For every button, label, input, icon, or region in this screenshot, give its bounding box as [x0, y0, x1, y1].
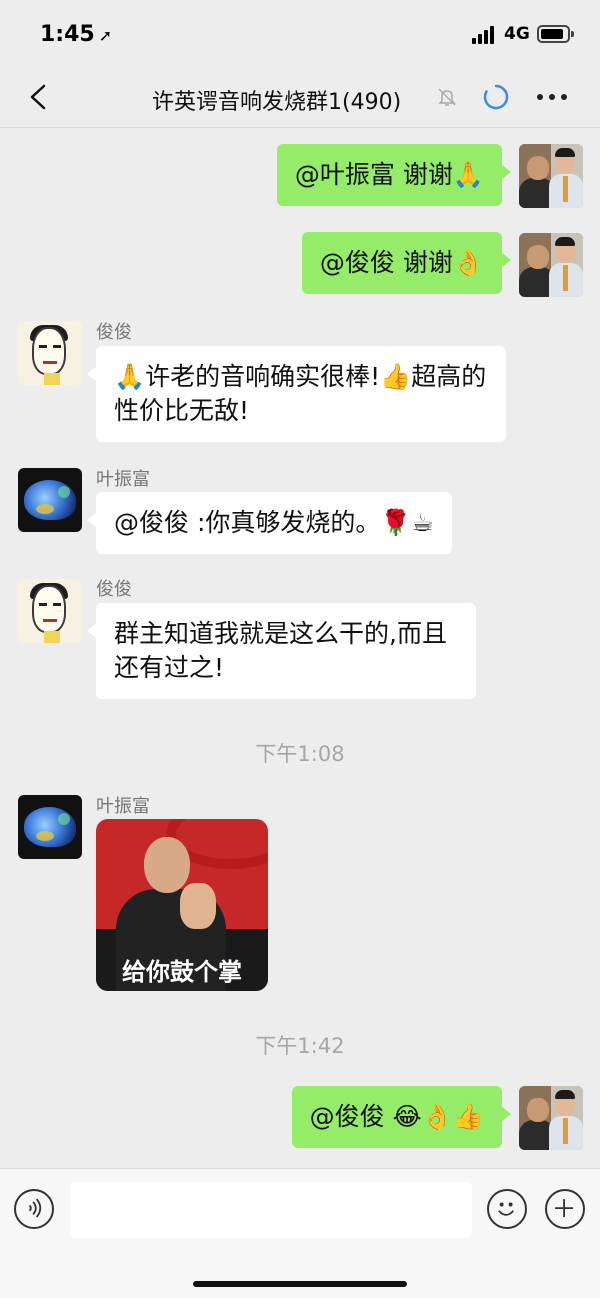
chat-title[interactable]: 许英谔音响发烧群1(490) [152, 84, 401, 116]
sender-avatar[interactable] [18, 321, 82, 385]
location-arrow-icon: ➚ [98, 26, 113, 45]
outgoing-message[interactable]: @俊俊 谢谢👌 [301, 232, 512, 294]
status-bar: 1:45 ➚ 4G [0, 0, 600, 70]
message-text: @俊俊 谢谢👌 [319, 248, 484, 277]
message-timestamp: 下午1:08 [255, 742, 345, 766]
message-text: @俊俊 :你真够发烧的。🌹☕ [114, 508, 434, 537]
plus-icon[interactable] [545, 1189, 585, 1229]
message-text: @叶振富 谢谢🙏 [294, 160, 484, 189]
sender-name: 俊俊 [96, 322, 132, 343]
outgoing-message[interactable]: @俊俊 😂👌👍 [291, 1086, 512, 1148]
my-avatar[interactable] [519, 144, 583, 208]
status-time-text: 1:45 [40, 22, 95, 47]
sticker-message[interactable]: 给你鼓个掌 [96, 819, 268, 991]
sender-name: 叶振富 [96, 469, 150, 490]
message-text: 🙏许老的音响确实很棒!👍超高的性价比无敌! [114, 362, 487, 425]
status-time: 1:45 ➚ [40, 22, 112, 47]
message-text: @俊俊 😂👌👍 [309, 1102, 484, 1131]
network-type: 4G [504, 24, 530, 44]
outgoing-message[interactable]: @叶振富 谢谢🙏 [276, 144, 512, 206]
message-timestamp: 下午1:42 [255, 1034, 345, 1058]
bell-muted-icon [438, 88, 456, 106]
message-list[interactable]: @叶振富 谢谢🙏 @俊俊 谢谢👌 俊俊 🙏许老的音响确实很棒!👍超高的性价比无敌… [0, 128, 600, 1168]
incoming-message[interactable]: @俊俊 :你真够发烧的。🌹☕ [87, 492, 452, 554]
smiley-icon[interactable] [487, 1189, 527, 1229]
loading-circle-icon [483, 84, 509, 110]
sender-avatar[interactable] [18, 468, 82, 532]
input-bar [0, 1168, 600, 1298]
chevron-left-icon[interactable] [22, 80, 56, 114]
sender-name: 俊俊 [96, 579, 132, 600]
incoming-message[interactable]: 🙏许老的音响确实很棒!👍超高的性价比无敌! [87, 346, 506, 442]
signal-icon [472, 26, 498, 44]
message-input[interactable] [70, 1182, 472, 1238]
chat-header: 许英谔音响发烧群1(490) [0, 70, 600, 128]
sender-avatar[interactable] [18, 579, 82, 643]
my-avatar[interactable] [519, 1086, 583, 1150]
battery-icon [537, 25, 574, 43]
more-dots-icon[interactable] [537, 94, 567, 102]
sender-avatar[interactable] [18, 795, 82, 859]
voice-icon[interactable] [14, 1189, 54, 1229]
message-text: 群主知道我就是这么干的,而且还有过之! [114, 619, 447, 682]
my-avatar[interactable] [519, 233, 583, 297]
home-indicator[interactable] [193, 1281, 407, 1287]
sticker-caption: 给你鼓个掌 [122, 958, 242, 986]
sender-name: 叶振富 [96, 796, 150, 817]
incoming-message[interactable]: 群主知道我就是这么干的,而且还有过之! [87, 603, 476, 699]
